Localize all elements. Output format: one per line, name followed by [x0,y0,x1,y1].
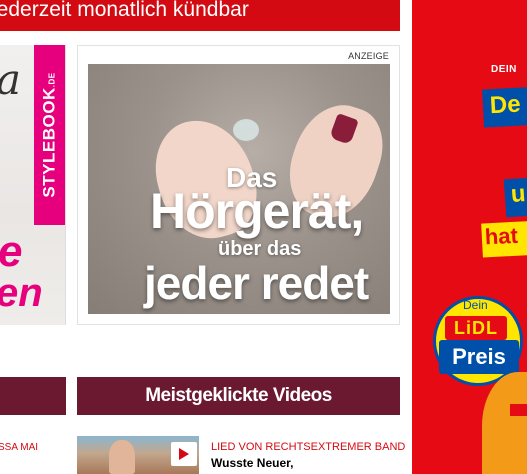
subscription-banner[interactable]: jederzeit monatlich kündbar [0,0,400,31]
lidl-ad-word-1: De [489,90,522,120]
section-header-videos[interactable]: Meistgeklickte Videos [77,377,400,415]
lidl-ad-product-bar [510,404,527,416]
stylebook-logo-strip: STYLEBOOK.DE [34,45,65,225]
teaser-kicker-left[interactable]: SSA MAI [0,442,38,453]
lidl-ad-word-box-2: u [503,176,527,218]
stylebook-ad[interactable]: a STYLEBOOK.DE e en [0,45,66,325]
video-teaser-headline[interactable]: Wusste Neuer, [211,456,293,470]
hearing-aid-ad-text: Das Hörgerät, über das jeder redet [88,64,390,314]
video-teaser-kicker[interactable]: LIED VON RECHTSEXTREMER BAND [211,441,405,453]
stylebook-logo: STYLEBOOK.DE [40,72,60,198]
hearing-aid-ad[interactable]: ANZEIGE Das Hörgerät, über das jeder red… [77,45,400,325]
section-title: Meistgeklickte Videos [145,385,332,406]
hearing-aid-ad-image[interactable]: Das Hörgerät, über das jeder redet [88,64,390,314]
stylebook-ad-headline-2: en [0,271,43,315]
play-button[interactable] [171,442,197,466]
lidl-ad-word-box-1: De [482,86,527,128]
lidl-ad-word-2: u [509,179,527,208]
subscription-banner-text: jederzeit monatlich kündbar [0,0,249,21]
video-thumbnail-person [109,440,135,474]
stylebook-ad-script-letter: a [0,55,21,104]
stylebook-ad-headline-1: e [0,227,23,276]
lidl-ad-word-box-3: hat [481,220,527,258]
lidl-logo: LiDL [445,316,507,340]
ad-label: ANZEIGE [348,51,389,61]
ad-text-line-2: Hörgerät, [150,183,364,239]
badge-preis: Preis [439,340,519,374]
badge-dein: Dein [463,298,488,312]
play-icon [179,448,189,460]
ad-text-line-4: jeder redet [144,257,369,309]
lidl-ad-word-3: hat [484,222,519,250]
section-header-left [0,377,66,415]
video-thumbnail[interactable] [77,436,199,474]
lidl-ad[interactable]: DEIN De u hat Dein LiDL Preis [412,0,527,474]
lidl-ad-dein: DEIN [491,64,517,75]
